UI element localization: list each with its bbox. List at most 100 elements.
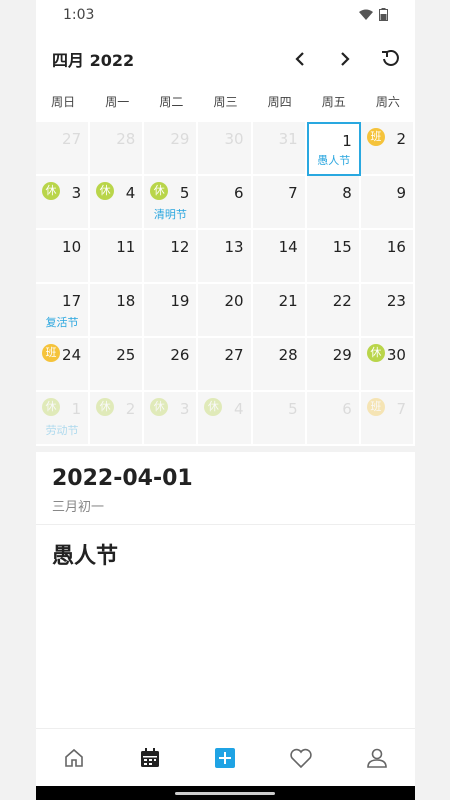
calendar-day-cell[interactable]: 休 30 bbox=[360, 338, 415, 392]
calendar-day-cell[interactable]: 10 bbox=[36, 230, 91, 284]
prev-month-button[interactable] bbox=[283, 42, 317, 76]
refresh-icon bbox=[382, 50, 399, 66]
calendar-day-cell[interactable]: 17 复活节 bbox=[36, 284, 91, 338]
calendar-day-cell[interactable]: 休3 bbox=[36, 176, 91, 230]
calendar-day-cell[interactable]: 28 bbox=[90, 122, 145, 176]
calendar-day-cell[interactable]: 13 bbox=[198, 230, 253, 284]
calendar-day-cell[interactable]: 15 bbox=[306, 230, 361, 284]
day-number: 6 bbox=[342, 400, 352, 418]
day-number: 3 bbox=[71, 184, 82, 202]
calendar-day-cell[interactable]: 25 bbox=[90, 338, 145, 392]
calendar-day-cell[interactable]: 休2 bbox=[90, 392, 145, 446]
calendar-day-cell[interactable]: 14 bbox=[252, 230, 307, 284]
calendar-day-cell[interactable]: 9 bbox=[360, 176, 415, 230]
day-number: 16 bbox=[386, 238, 406, 256]
home-indicator[interactable] bbox=[175, 792, 275, 795]
festival-label: 复活节 bbox=[45, 316, 79, 329]
calendar-day-cell[interactable]: 23 bbox=[360, 284, 415, 338]
calendar-day-cell[interactable]: 16 bbox=[360, 230, 415, 284]
calendar-day-cell[interactable]: 22 bbox=[306, 284, 361, 338]
day-number: 7 bbox=[396, 400, 406, 418]
day-number: 26 bbox=[170, 346, 190, 364]
day-number: 28 bbox=[116, 130, 136, 148]
calendar-day-cell[interactable]: 27 bbox=[36, 122, 91, 176]
day-number: 27 bbox=[62, 130, 82, 148]
calendar-day-cell[interactable]: 休4 bbox=[90, 176, 145, 230]
calendar-day-cell[interactable]: 6 bbox=[198, 176, 253, 230]
day-number: 9 bbox=[396, 184, 406, 202]
calendar-day-cell[interactable]: 5 bbox=[252, 392, 307, 446]
day-number: 25 bbox=[116, 346, 136, 364]
holiday-badge: 休 bbox=[42, 182, 60, 200]
day-number: 2 bbox=[396, 130, 406, 148]
calendar-day-cell[interactable]: 1 愚人节 bbox=[306, 122, 361, 176]
calendar-day-cell[interactable]: 11 bbox=[90, 230, 145, 284]
calendar-day-cell[interactable]: 7 bbox=[252, 176, 307, 230]
calendar-day-cell[interactable]: 班2 bbox=[360, 122, 415, 176]
day-number: 4 bbox=[125, 184, 136, 202]
day-number: 11 bbox=[116, 238, 136, 256]
nav-calendar[interactable] bbox=[112, 729, 188, 787]
month-title: 四月 2022 bbox=[52, 51, 135, 70]
day-number: 6 bbox=[234, 184, 244, 202]
weekday-row: 周日 周一 周二 周三 周四 周五 周六 bbox=[36, 88, 415, 122]
next-month-button[interactable] bbox=[328, 42, 362, 76]
calendar-day-cell[interactable]: 休4 bbox=[198, 392, 253, 446]
day-number: 2 bbox=[125, 400, 136, 418]
calendar-day-cell[interactable]: 29 bbox=[144, 122, 199, 176]
day-number: 8 bbox=[342, 184, 352, 202]
calendar-day-cell[interactable]: 班 24 bbox=[36, 338, 91, 392]
calendar-day-cell[interactable]: 31 bbox=[252, 122, 307, 176]
selected-date: 2022-04-01 bbox=[52, 466, 193, 491]
calendar-day-cell[interactable]: 19 bbox=[144, 284, 199, 338]
nav-home[interactable] bbox=[36, 729, 112, 787]
calendar-day-cell[interactable]: 20 bbox=[198, 284, 253, 338]
weekday-label: 周日 bbox=[51, 95, 76, 109]
calendar-day-cell[interactable]: 26 bbox=[144, 338, 199, 392]
day-number: 29 bbox=[170, 130, 190, 148]
day-number: 13 bbox=[224, 238, 244, 256]
calendar-day-cell[interactable]: 12 bbox=[144, 230, 199, 284]
calendar-day-cell[interactable]: 28 bbox=[252, 338, 307, 392]
day-number: 7 bbox=[288, 184, 298, 202]
day-number: 21 bbox=[278, 292, 298, 310]
calendar-day-cell[interactable]: 18 bbox=[90, 284, 145, 338]
nav-add[interactable] bbox=[188, 729, 264, 787]
today-button[interactable] bbox=[374, 42, 408, 76]
calendar-header: 四月 2022 bbox=[36, 30, 415, 88]
lunar-date: 三月初一 bbox=[52, 500, 105, 515]
calendar-day-cell[interactable]: 27 bbox=[198, 338, 253, 392]
calendar-day-cell[interactable]: 21 bbox=[252, 284, 307, 338]
holiday-badge: 休 bbox=[150, 182, 169, 200]
nav-favorites[interactable] bbox=[263, 729, 339, 787]
day-number: 4 bbox=[234, 400, 244, 418]
workday-badge: 班 bbox=[366, 398, 385, 416]
day-number: 28 bbox=[278, 346, 298, 364]
add-icon bbox=[215, 748, 236, 768]
weekday-label: 周五 bbox=[321, 95, 346, 109]
calendar-day-cell[interactable]: 休 5 清明节 bbox=[144, 176, 199, 230]
calendar-day-cell[interactable]: 班7 bbox=[360, 392, 415, 446]
calendar-day-cell[interactable]: 8 bbox=[306, 176, 361, 230]
weekday-label: 周二 bbox=[159, 95, 184, 109]
calendar-day-cell[interactable]: 30 bbox=[198, 122, 253, 176]
day-number: 24 bbox=[62, 346, 82, 364]
weekday-label: 周一 bbox=[105, 95, 130, 109]
day-number: 12 bbox=[170, 238, 190, 256]
weekday-label: 周六 bbox=[375, 95, 400, 109]
day-number: 20 bbox=[224, 292, 244, 310]
festival-label: 愚人节 bbox=[317, 154, 351, 167]
user-icon bbox=[367, 748, 387, 768]
calendar-day-cell[interactable]: 休 1 劳动节 bbox=[36, 392, 91, 446]
festival-label: 劳动节 bbox=[45, 424, 79, 437]
wifi-icon bbox=[359, 9, 373, 20]
day-number: 27 bbox=[224, 346, 244, 364]
calendar-day-cell[interactable]: 休3 bbox=[144, 392, 199, 446]
holiday-badge: 休 bbox=[150, 398, 169, 416]
calendar-day-cell[interactable]: 6 bbox=[306, 392, 361, 446]
day-number: 10 bbox=[62, 238, 82, 256]
nav-profile[interactable] bbox=[339, 729, 415, 787]
day-number: 5 bbox=[288, 400, 298, 418]
day-number: 30 bbox=[224, 130, 244, 148]
calendar-day-cell[interactable]: 29 bbox=[306, 338, 361, 392]
